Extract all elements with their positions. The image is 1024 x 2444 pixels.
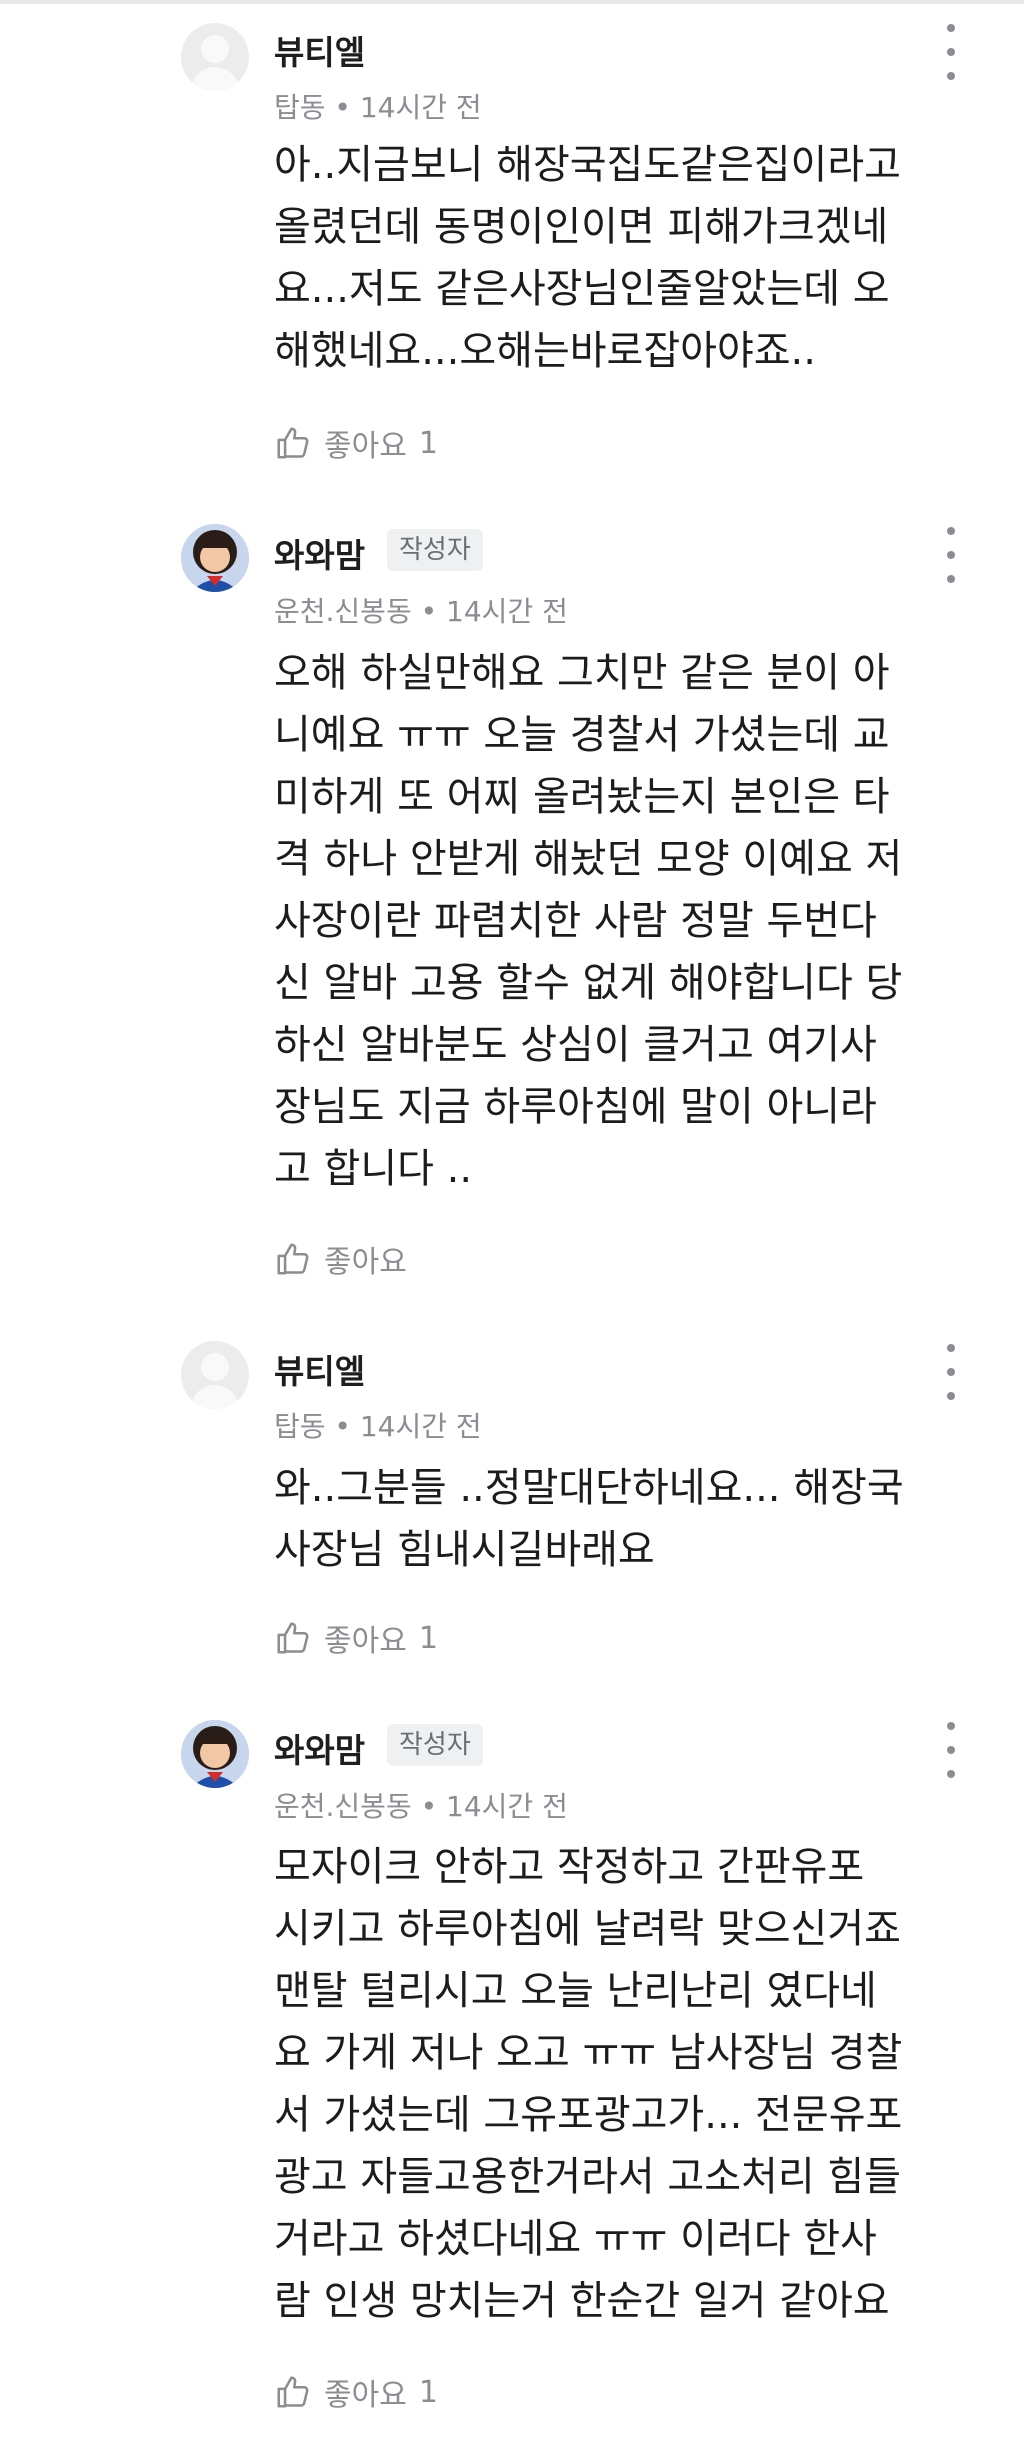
comment-meta: 운천.신봉동 • 14시간 전 — [274, 1790, 568, 1823]
comment-line: 사장님 힘내시길바래요 — [274, 1527, 655, 1573]
comment-line: 요...저도 같은사장님인줄알았는데 오 — [274, 266, 890, 312]
like-button[interactable]: 좋아요 — [274, 1239, 419, 1280]
like-label: 좋아요 — [324, 1624, 407, 1659]
comment-line: 격 하나 안받게 해놨던 모양 이예요 저 — [274, 836, 903, 882]
comment-author[interactable]: 와와맘 — [274, 1724, 365, 1772]
thumbs-up-icon — [277, 427, 309, 459]
comment-line: 요 가게 저나 오고 ㅠㅠ 남사장님 경찰 — [274, 2030, 903, 2076]
author-badge: 작성자 — [387, 529, 483, 571]
comment-line: 미하게 또 어찌 올려놨는지 본인은 타 — [274, 774, 890, 820]
profile-photo-avatar[interactable] — [181, 524, 249, 592]
comment-body: 모자이크 안하고 작정하고 간판유포 시키고 하루아침에 날려락 맞으신거죠 맨… — [274, 1836, 994, 2332]
comment-line: 거라고 하셨다네요 ㅠㅠ 이러다 한사 — [274, 2216, 877, 2262]
default-avatar[interactable] — [181, 1341, 249, 1409]
like-count: 1 — [418, 425, 438, 461]
comment-body: 오해 하실만해요 그치만 같은 분이 아 니예요 ㅠㅠ 오늘 경찰서 가셨는데 … — [274, 642, 994, 1200]
comment-line: 오해 하실만해요 그치만 같은 분이 아 — [274, 650, 890, 696]
comment-line: 맨탈 털리시고 오늘 난리난리 였다네 — [274, 1968, 877, 2014]
more-vertical-icon[interactable] — [936, 1722, 966, 1778]
top-divider — [0, 0, 1024, 4]
thumbs-up-icon — [277, 2376, 309, 2408]
comment-line: 람 인생 망치는거 한순간 일거 같아요 — [274, 2278, 890, 2324]
like-label: 좋아요 — [324, 2378, 407, 2413]
comment-line: 신 알바 고용 할수 없게 해야합니다 당 — [274, 960, 903, 1006]
comment-author[interactable]: 뷰티엘 — [274, 1345, 365, 1393]
comment-line: 해했네요...오해는바로잡아야죠.. — [274, 328, 816, 374]
comment-meta: 운천.신봉동 • 14시간 전 — [274, 595, 568, 628]
more-vertical-icon[interactable] — [936, 24, 966, 80]
comment-line: 광고 자들고용한거라서 고소처리 힘들 — [274, 2154, 901, 2200]
comment-author[interactable]: 와와맘 — [274, 529, 365, 577]
like-button[interactable]: 좋아요 1 — [274, 2372, 438, 2413]
profile-photo-avatar[interactable] — [181, 1720, 249, 1788]
more-vertical-icon[interactable] — [936, 527, 966, 583]
comment-line: 올렸던데 동명이인이면 피해가크겠네 — [274, 204, 889, 250]
more-vertical-icon[interactable] — [936, 1344, 966, 1400]
comment-line: 하신 알바분도 상심이 클거고 여기사 — [274, 1022, 877, 1068]
comment-meta: 탑동 • 14시간 전 — [274, 1410, 482, 1443]
thumbs-up-icon — [277, 1243, 309, 1275]
like-count: 1 — [418, 2374, 438, 2410]
comment-line: 서 가셨는데 그유포광고가... 전문유포 — [274, 2092, 903, 2138]
like-button[interactable]: 좋아요 1 — [274, 1618, 438, 1659]
author-badge: 작성자 — [387, 1724, 483, 1766]
comment-line: 시키고 하루아침에 날려락 맞으신거죠 — [274, 1906, 901, 1952]
comment-line: 고 합니다 .. — [274, 1146, 473, 1192]
comment-meta: 탑동 • 14시간 전 — [274, 91, 482, 124]
comment-line: 니예요 ㅠㅠ 오늘 경찰서 가셨는데 교 — [274, 712, 890, 758]
comment-line: 장님도 지금 하루아침에 말이 아니라 — [274, 1084, 877, 1130]
default-avatar[interactable] — [181, 23, 249, 91]
like-label: 좋아요 — [324, 429, 407, 464]
comment-author[interactable]: 뷰티엘 — [274, 26, 365, 74]
comment-body: 아..지금보니 해장국집도같은집이라고 올렸던데 동명이인이면 피해가크겠네 요… — [274, 134, 994, 382]
comment-line: 모자이크 안하고 작정하고 간판유포 — [274, 1844, 865, 1890]
like-count: 1 — [418, 1620, 438, 1656]
thumbs-up-icon — [277, 1622, 309, 1654]
comment-line: 와..그분들 ..정말대단하네요... 해장국 — [274, 1465, 904, 1511]
comment-line: 사장이란 파렴치한 사람 정말 두번다 — [274, 898, 877, 944]
like-button[interactable]: 좋아요 1 — [274, 423, 438, 464]
comment-line: 아..지금보니 해장국집도같은집이라고 — [274, 142, 901, 188]
like-label: 좋아요 — [324, 1245, 407, 1280]
comment-body: 와..그분들 ..정말대단하네요... 해장국 사장님 힘내시길바래요 — [274, 1457, 994, 1581]
